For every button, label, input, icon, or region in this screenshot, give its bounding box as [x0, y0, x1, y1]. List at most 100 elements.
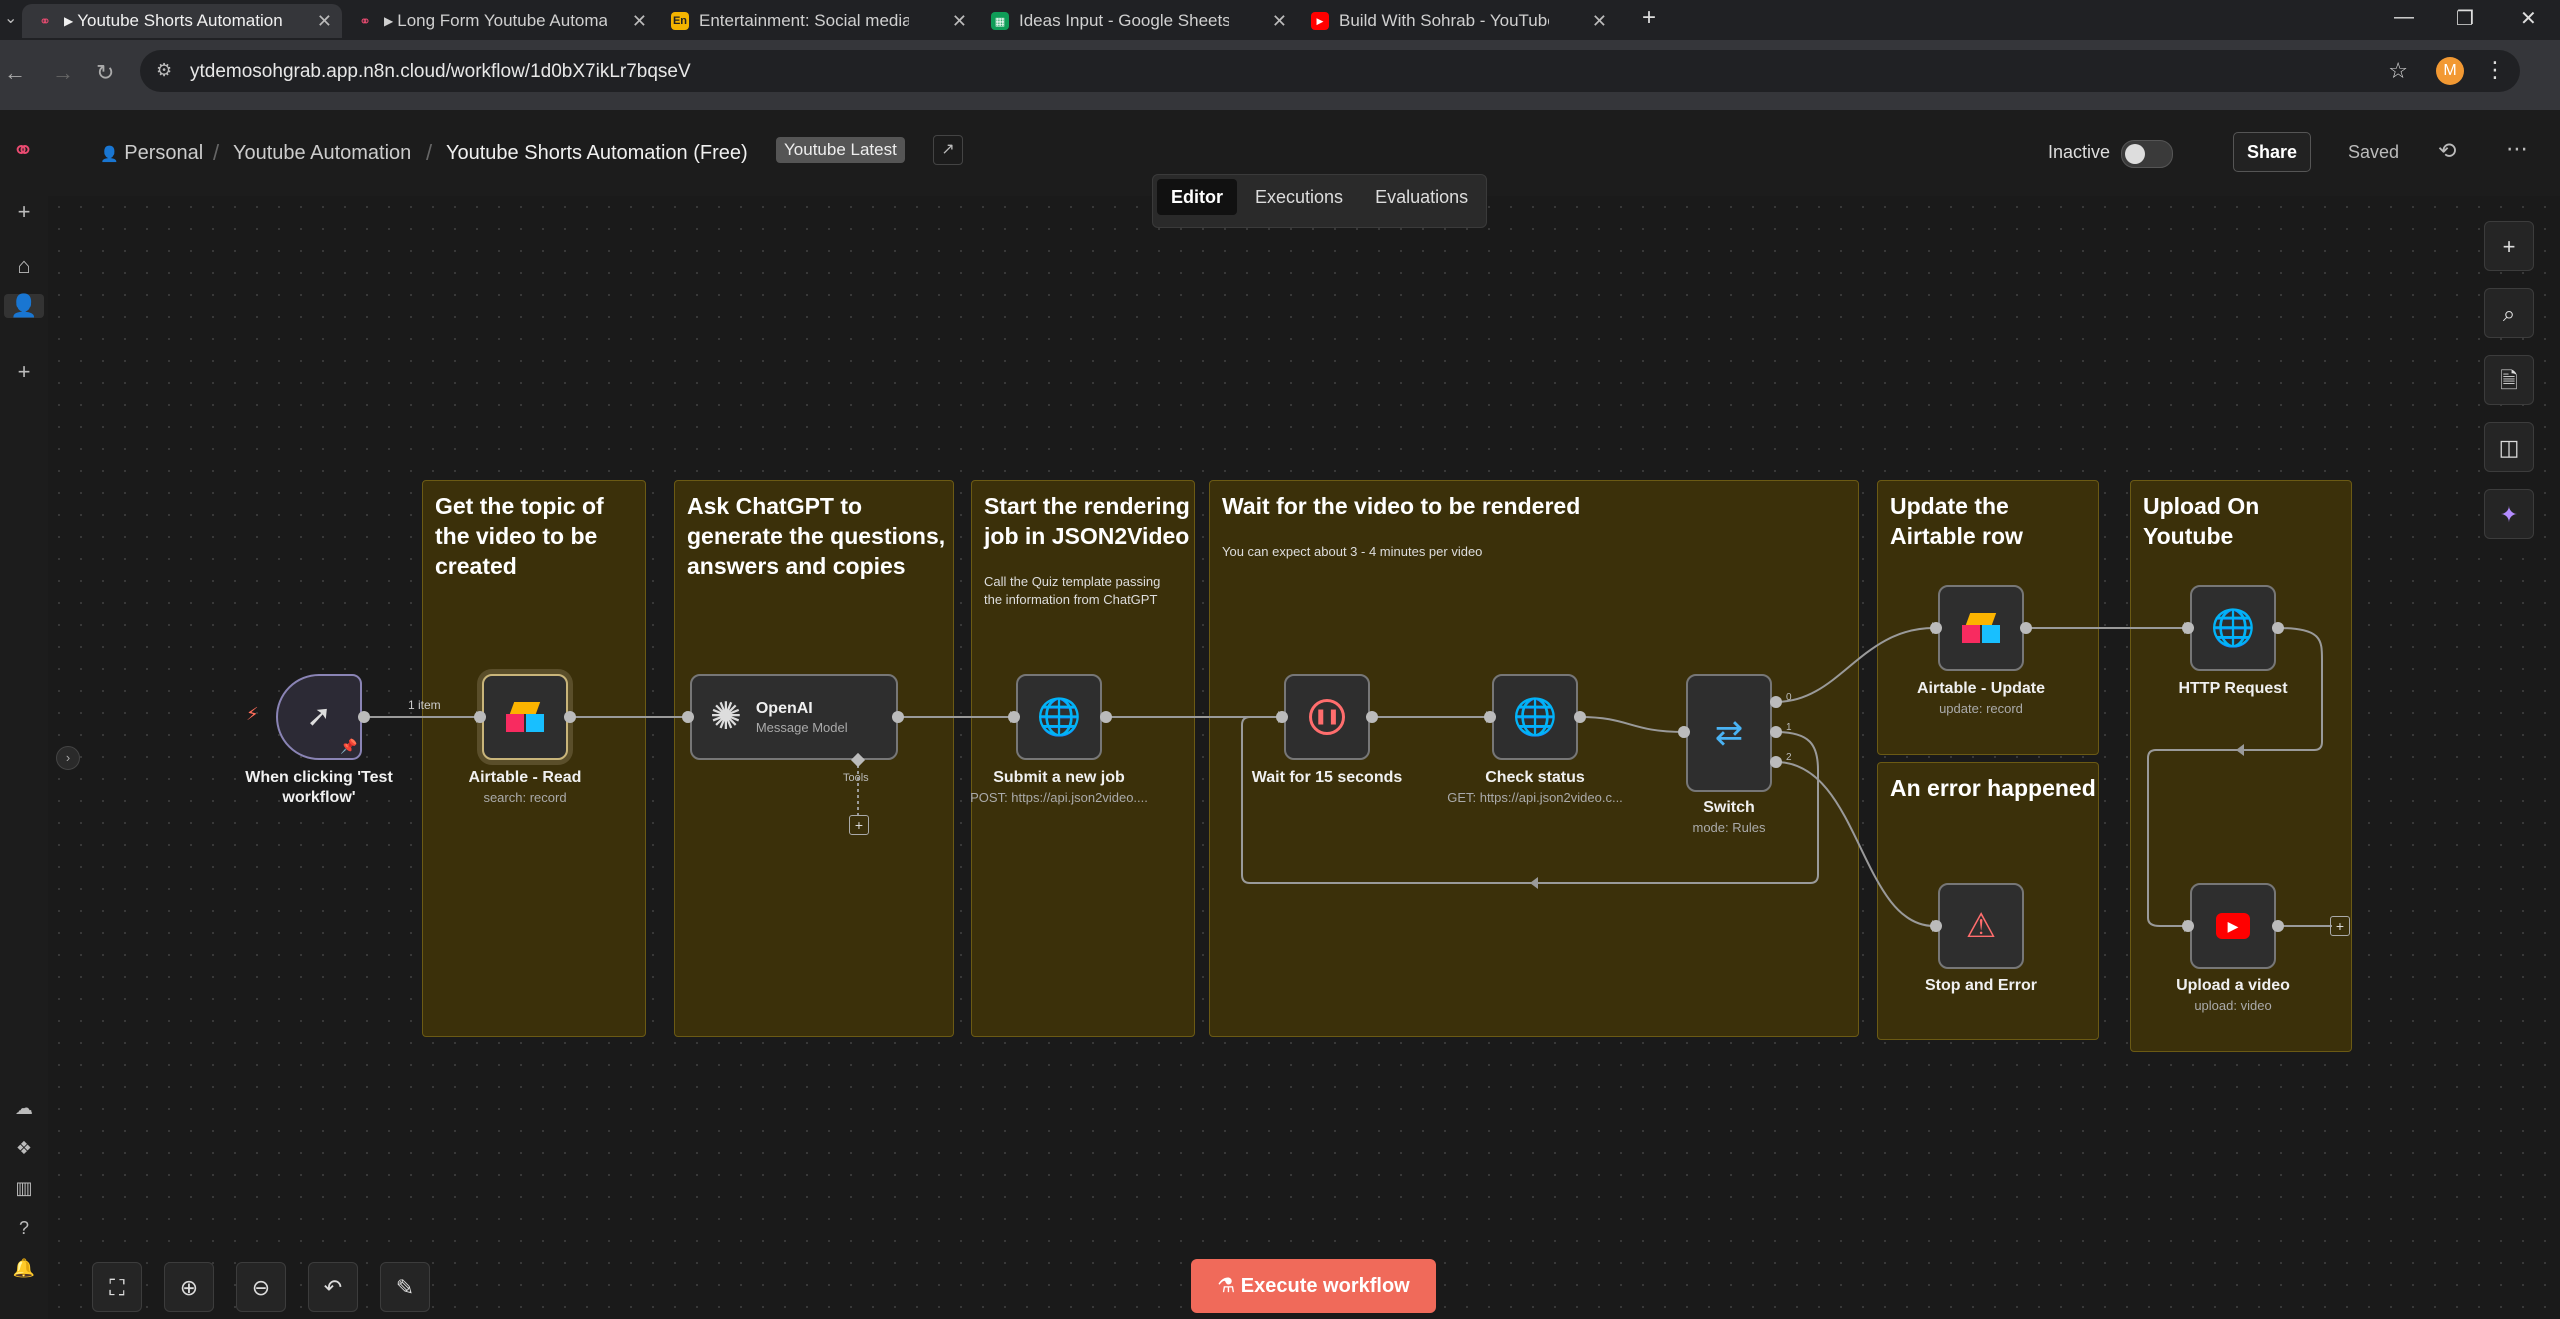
url-field[interactable]: ⚙ ytdemosohgrab.app.n8n.cloud/workflow/1… — [140, 50, 2520, 92]
n8n-logo-icon[interactable]: ⚭ — [0, 137, 46, 163]
browser-tabbar: ⌄ ⚭ ▶ Youtube Shorts Automation ( ✕ ⚭ ▶ … — [0, 0, 2560, 40]
add-tool-button[interactable]: + — [849, 815, 869, 835]
expand-sidebar-icon[interactable]: › — [56, 746, 80, 770]
globe-icon: 🌐 — [1512, 696, 1558, 737]
breadcrumb-project[interactable]: Youtube Automation — [233, 142, 411, 165]
output-port[interactable] — [2272, 920, 2284, 932]
tools-label: Tools — [843, 772, 869, 784]
add-project-icon[interactable]: + — [12, 360, 36, 384]
execute-workflow-button[interactable]: ⚗ Execute workflow — [1191, 1259, 1436, 1313]
history-icon[interactable]: ⟲ — [2438, 138, 2456, 164]
new-tab-icon[interactable]: + — [1642, 4, 1656, 32]
output-port[interactable] — [2272, 622, 2284, 634]
profile-avatar[interactable]: M — [2436, 57, 2464, 85]
tab-youtube-shorts[interactable]: ⚭ ▶ Youtube Shorts Automation ( ✕ — [22, 4, 342, 38]
close-icon[interactable]: ✕ — [1272, 11, 1287, 32]
output-port[interactable] — [2020, 622, 2032, 634]
restore-icon[interactable]: ❐ — [2456, 6, 2474, 31]
close-icon[interactable]: ✕ — [317, 11, 332, 32]
output-port-2[interactable] — [1770, 756, 1782, 768]
forward-icon[interactable]: → — [52, 60, 74, 86]
output-label-0: 0 — [1786, 692, 1792, 703]
browser-menu-icon[interactable]: ⋮ — [2484, 57, 2506, 83]
active-toggle[interactable] — [2121, 140, 2173, 168]
input-port[interactable] — [1678, 726, 1690, 738]
input-port[interactable] — [682, 711, 694, 723]
output-port[interactable] — [1574, 711, 1586, 723]
entertainment-favicon: En — [671, 12, 689, 30]
node-wait[interactable]: ❚❚ — [1284, 674, 1370, 760]
more-options-icon[interactable]: ⋯ — [2506, 136, 2528, 162]
back-icon[interactable]: ← — [4, 60, 26, 86]
input-port[interactable] — [1930, 622, 1942, 634]
node-upload-video[interactable]: ▶ — [2190, 883, 2276, 969]
node-airtable-update[interactable] — [1938, 585, 2024, 671]
share-button[interactable]: Share — [2233, 132, 2311, 172]
output-port-1[interactable] — [1770, 726, 1782, 738]
home-icon[interactable]: ⌂ — [12, 254, 36, 278]
output-port[interactable] — [892, 711, 904, 723]
templates-icon[interactable]: ❖ — [12, 1136, 36, 1160]
close-icon[interactable]: ✕ — [1592, 11, 1607, 32]
undo-icon[interactable]: ↶ — [308, 1262, 358, 1312]
help-icon[interactable]: ? — [12, 1216, 36, 1240]
tab-executions[interactable]: Executions — [1241, 179, 1357, 215]
close-icon[interactable]: ✕ — [632, 11, 647, 32]
output-port[interactable] — [564, 711, 576, 723]
tab-entertainment[interactable]: En Entertainment: Social media re ✕ — [657, 4, 977, 38]
add-icon[interactable]: + — [12, 200, 36, 224]
minimize-icon[interactable]: — — [2394, 6, 2414, 29]
tab-title: Youtube Shorts Automation ( — [77, 11, 288, 30]
reload-icon[interactable]: ↻ — [96, 60, 114, 86]
node-openai[interactable]: ✺ OpenAI Message Model — [690, 674, 898, 760]
node-switch[interactable]: ⇄ — [1686, 674, 1772, 792]
input-port[interactable] — [2182, 622, 2194, 634]
workflow-title[interactable]: Youtube Shorts Automation (Free) — [446, 142, 748, 165]
node-airtable-read[interactable] — [482, 674, 568, 760]
output-port[interactable] — [1100, 711, 1112, 723]
site-settings-icon[interactable]: ⚙ — [156, 60, 172, 81]
add-node-button[interactable]: + — [2330, 916, 2350, 936]
bookmark-star-icon[interactable]: ☆ — [2388, 58, 2408, 84]
external-link-icon[interactable]: ↗ — [933, 135, 963, 165]
tab-evaluations[interactable]: Evaluations — [1361, 179, 1482, 215]
input-port[interactable] — [1484, 711, 1496, 723]
tidy-up-icon[interactable]: ✎ — [380, 1262, 430, 1312]
output-port[interactable] — [1366, 711, 1378, 723]
node-check-status[interactable]: 🌐 — [1492, 674, 1578, 760]
add-node-icon[interactable]: + — [2484, 221, 2534, 271]
node-http-request[interactable]: 🌐 — [2190, 585, 2276, 671]
input-port[interactable] — [1930, 920, 1942, 932]
tab-search-chevron-icon[interactable]: ⌄ — [4, 8, 17, 28]
output-port[interactable] — [358, 711, 370, 723]
input-port[interactable] — [2182, 920, 2194, 932]
tab-long-form[interactable]: ⚭ ▶ Long Form Youtube Automat ✕ — [342, 4, 657, 38]
notifications-icon[interactable]: 🔔 — [12, 1256, 36, 1280]
search-icon[interactable]: ⌕ — [2484, 288, 2534, 338]
node-stop-error[interactable]: ⚠ — [1938, 883, 2024, 969]
pause-icon: ❚❚ — [1309, 699, 1345, 735]
breadcrumb-personal[interactable]: 👤 Personal — [100, 142, 203, 165]
panel-icon[interactable]: ◫ — [2484, 422, 2534, 472]
cloud-icon[interactable]: ☁ — [12, 1096, 36, 1120]
tab-editor[interactable]: Editor — [1157, 179, 1237, 215]
zoom-in-icon[interactable]: ⊕ — [164, 1262, 214, 1312]
playing-icon: ▶ — [384, 14, 394, 28]
zoom-out-icon[interactable]: ⊖ — [236, 1262, 286, 1312]
sticky-note-icon[interactable]: 🗎 — [2484, 355, 2534, 405]
input-port[interactable] — [1008, 711, 1020, 723]
insights-icon[interactable]: ▥ — [12, 1176, 36, 1200]
tab-build-with-sohrab[interactable]: ▶ Build With Sohrab - YouTube ✕ — [1297, 4, 1617, 38]
tab-ideas-input[interactable]: ▦ Ideas Input - Google Sheets ✕ — [977, 4, 1297, 38]
input-port[interactable] — [1276, 711, 1288, 723]
output-port-0[interactable] — [1770, 696, 1782, 708]
window-close-icon[interactable]: ✕ — [2520, 6, 2537, 31]
node-submit-job[interactable]: 🌐 — [1016, 674, 1102, 760]
input-port[interactable] — [474, 711, 486, 723]
ai-assistant-icon[interactable]: ✦ — [2484, 489, 2534, 539]
close-icon[interactable]: ✕ — [952, 11, 967, 32]
user-icon[interactable]: 👤 — [4, 294, 44, 318]
workflow-tag[interactable]: Youtube Latest — [776, 137, 905, 163]
node-subtitle: Message Model — [755, 719, 848, 735]
fit-view-icon[interactable]: ⛶ — [92, 1262, 142, 1312]
